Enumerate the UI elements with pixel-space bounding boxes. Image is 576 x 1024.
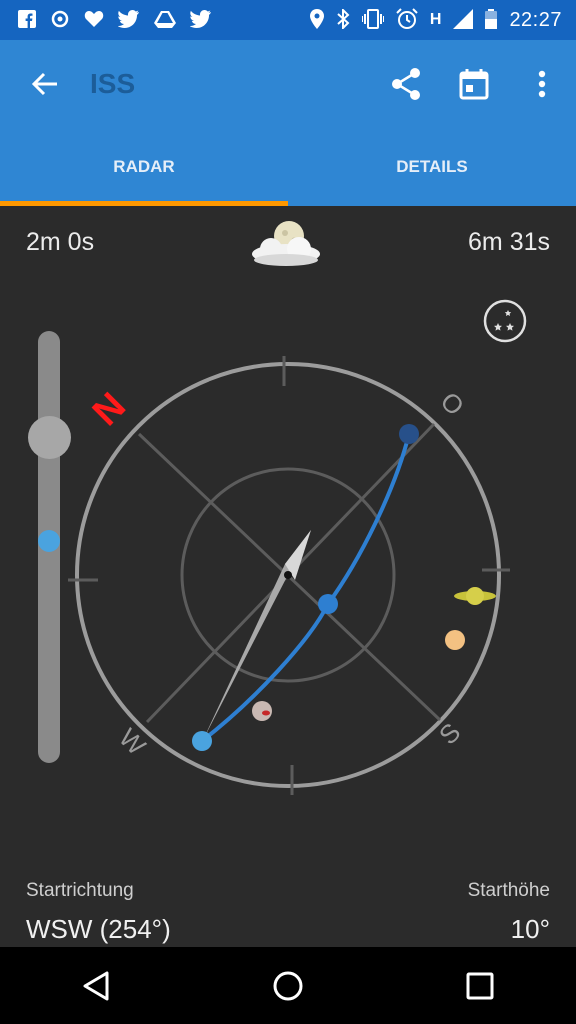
- back-button[interactable]: [0, 40, 90, 128]
- mars-spot: [262, 710, 270, 716]
- page-title: ISS: [90, 68, 136, 99]
- location-icon: [309, 8, 324, 32]
- nav-back-icon: [83, 971, 109, 1000]
- tab-details[interactable]: DETAILS: [288, 128, 576, 206]
- time-after: 6m 31s: [468, 228, 550, 256]
- planet-icon: [445, 630, 465, 650]
- twitter-icon: [189, 9, 212, 31]
- calendar-icon: [459, 69, 489, 100]
- sync-icon: [50, 9, 70, 32]
- start-direction-label: Startrichtung: [26, 880, 134, 901]
- saturn-icon: [466, 587, 484, 605]
- iss-peak-point: [318, 594, 338, 614]
- start-height-value: 10°: [510, 914, 550, 944]
- nav-home-button[interactable]: [248, 947, 328, 1024]
- alarm-icon: [396, 7, 418, 33]
- west-label: W: [113, 722, 152, 761]
- iss-start-point: [192, 731, 212, 751]
- vibrate-icon: [360, 8, 385, 32]
- start-height-label: Starthöhe: [467, 880, 550, 901]
- tab-radar[interactable]: RADAR: [0, 128, 288, 206]
- status-bar: H 22:27: [0, 0, 576, 40]
- nav-recents-icon: [466, 972, 494, 999]
- tab-bar: RADAR DETAILS: [0, 128, 576, 206]
- more-options-button[interactable]: [508, 40, 576, 128]
- bluetooth-icon: [336, 7, 350, 32]
- heart-icon: [84, 10, 104, 31]
- iss-altitude-marker: [38, 530, 60, 552]
- nav-home-icon: [273, 971, 303, 1000]
- mars-icon: [252, 701, 272, 721]
- radar-view[interactable]: N O S W: [60, 330, 530, 830]
- system-nav-bar: [0, 947, 576, 1024]
- twitter-icon: [117, 9, 140, 31]
- share-icon: [392, 68, 420, 100]
- share-button[interactable]: [372, 40, 440, 128]
- drive-icon: [154, 10, 176, 31]
- east-label: O: [435, 386, 471, 422]
- tab-radar-label: RADAR: [113, 157, 175, 176]
- nav-recents-button[interactable]: [440, 947, 520, 1024]
- status-time: 22:27: [509, 8, 562, 31]
- facebook-icon: [18, 9, 36, 31]
- signal-icon: [453, 8, 474, 32]
- arrow-back-icon: [31, 72, 57, 96]
- tab-details-label: DETAILS: [396, 157, 468, 176]
- nav-back-button[interactable]: [56, 947, 136, 1024]
- more-vert-icon: [538, 70, 546, 98]
- north-label: N: [85, 385, 134, 434]
- start-direction-value: WSW (254°): [26, 914, 171, 944]
- app-bar: ISS: [0, 40, 576, 128]
- moon-cloud-icon: [249, 216, 323, 270]
- battery-icon: [485, 8, 498, 32]
- calendar-button[interactable]: [440, 40, 508, 128]
- time-before: 2m 0s: [26, 228, 95, 256]
- iss-end-point: [399, 424, 419, 444]
- network-type-icon: H: [429, 11, 442, 28]
- compass-center: [284, 571, 292, 579]
